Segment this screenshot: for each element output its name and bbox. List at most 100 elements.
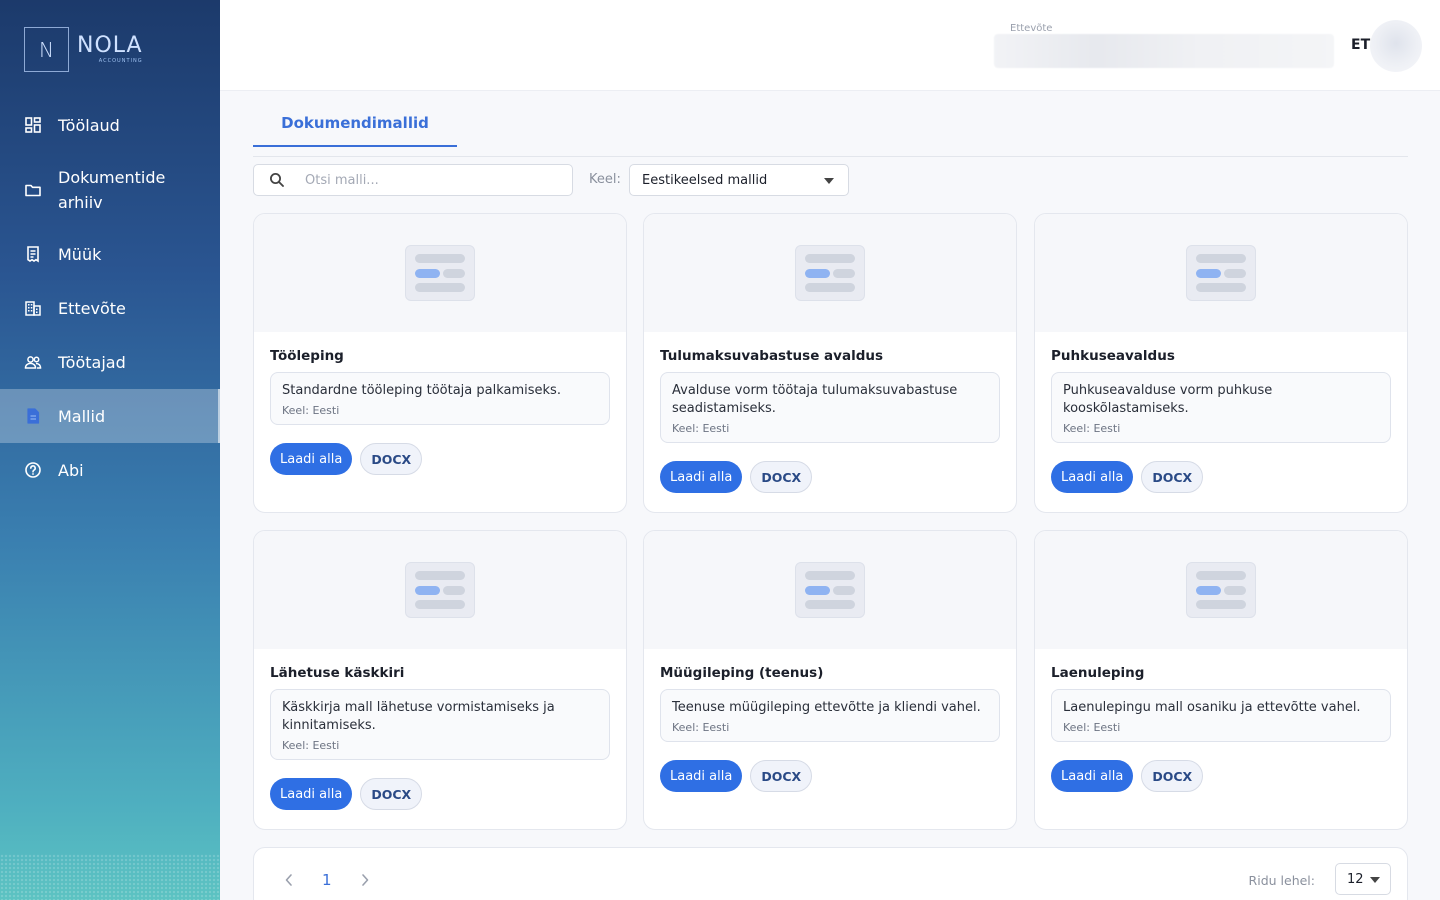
language-select-value: Eestikeelsed mallid [642,172,768,188]
template-title: Müügileping (teenus) [660,665,824,681]
search-input[interactable] [305,172,565,188]
help-icon [24,461,42,479]
sidebar-item-label: Ettevõte [58,298,126,318]
template-description-box: Teenuse müügileping ettevõtte ja kliendi… [660,689,1000,742]
avatar[interactable] [1370,20,1422,72]
template-language: Keel: Eesti [672,422,730,435]
template-card: Müügileping (teenus) Teenuse müügileping… [643,530,1017,830]
template-thumbnail [1035,531,1407,649]
template-description-box: Standardne tööleping töötaja palkamiseks… [270,372,610,425]
template-card: Lähetuse käskkiri Käskkirja mall lähetus… [253,530,627,830]
template-title: Laenuleping [1051,665,1145,681]
sidebar: N NOLA ACCOUNTING Töölaud Dokumentide ar… [0,0,220,900]
sidebar-item-muuk[interactable]: Müük [0,227,220,281]
template-title: Tööleping [270,348,344,364]
sidebar-item-dokumentide-arhiiv[interactable]: Dokumentide arhiiv [0,152,220,227]
download-button[interactable]: Laadi alla [660,461,743,493]
template-title: Lähetuse käskkiri [270,665,405,681]
sidebar-item-label: Töölaud [58,115,120,135]
company-selector[interactable]: Ettevõte [994,24,1334,68]
company-label: Ettevõte [1010,23,1053,34]
document-illustration-icon [405,562,475,618]
logo-subtitle: ACCOUNTING [98,58,143,64]
format-docx-button[interactable]: DOCX [360,778,423,810]
sidebar-item-label: Mallid [58,406,106,426]
template-language: Keel: Eesti [282,739,340,752]
tab-bar: Dokumendimallid [253,91,1408,157]
top-header: Ettevõte ET [220,0,1440,91]
sidebar-item-label: Dokumentide arhiiv [58,167,166,212]
page-number[interactable]: 1 [322,871,332,889]
download-button[interactable]: Laadi alla [660,760,743,792]
caret-down-icon [824,178,834,184]
sidebar-item-label: Töötajad [58,352,126,372]
sidebar-item-toolaud[interactable]: Töölaud [0,98,220,152]
template-card: Tööleping Standardne tööleping töötaja p… [253,213,627,513]
format-docx-button[interactable]: DOCX [360,443,423,475]
template-thumbnail [1035,214,1407,332]
language-filter-label: Keel: [589,172,621,187]
template-thumbnail [254,214,626,332]
language-toggle[interactable]: ET [1351,37,1370,53]
chevron-right-icon[interactable] [358,872,372,888]
template-description-box: Laenulepingu mall osaniku ja ettevõtte v… [1051,689,1391,742]
receipt-icon [24,245,42,263]
chevron-left-icon[interactable] [282,872,296,888]
template-description-box: Avalduse vorm töötaja tulumaksuvabastuse… [660,372,1000,443]
template-description-box: Puhkuseavalduse vorm puhkuse kooskõlasta… [1051,372,1391,443]
tab-dokumendimallid[interactable]: Dokumendimallid [253,91,457,147]
template-description: Laenulepingu mall osaniku ja ettevõtte v… [1063,700,1361,715]
sidebar-item-ettevote[interactable]: Ettevõte [0,281,220,335]
format-docx-button[interactable]: DOCX [750,461,813,493]
template-thumbnail [644,214,1016,332]
document-illustration-icon [795,562,865,618]
template-description-box: Käskkirja mall lähetuse vormistamiseks j… [270,689,610,760]
template-title: Puhkuseavaldus [1051,348,1175,364]
download-button[interactable]: Laadi alla [1051,760,1134,792]
sidebar-nav: Töölaud Dokumentide arhiiv Müük Ettevõte… [0,98,220,497]
template-language: Keel: Eesti [282,404,340,417]
template-language: Keel: Eesti [672,721,730,734]
format-docx-button[interactable]: DOCX [750,760,813,792]
sidebar-item-tootajad[interactable]: Töötajad [0,335,220,389]
sidebar-item-mallid[interactable]: Mallid [0,389,220,443]
document-icon [24,407,42,425]
download-button[interactable]: Laadi alla [1051,461,1134,493]
search-icon [269,172,285,188]
filter-bar: Keel: Eestikeelsed mallid [253,164,1408,196]
sidebar-item-label: Müük [58,244,102,264]
search-box[interactable] [253,164,573,196]
template-card: Tulumaksuvabastuse avaldus Avalduse vorm… [643,213,1017,513]
logo-name: NOLA [77,33,143,58]
template-language: Keel: Eesti [1063,422,1121,435]
language-select[interactable]: Eestikeelsed mallid [629,164,849,196]
main-content: Dokumendimallid Keel: Eestikeelsed malli… [253,91,1408,900]
download-button[interactable]: Laadi alla [270,778,353,810]
document-illustration-icon [405,245,475,301]
people-icon [24,353,42,371]
rows-per-page-value: 12 [1347,871,1364,887]
document-illustration-icon [795,245,865,301]
format-docx-button[interactable]: DOCX [1141,760,1204,792]
pagination-bar: 1 Ridu lehel: 12 [253,847,1408,900]
building-icon [24,299,42,317]
template-description: Käskkirja mall lähetuse vormistamiseks j… [282,700,555,733]
template-card: Puhkuseavaldus Puhkuseavalduse vorm puhk… [1034,213,1408,513]
download-button[interactable]: Laadi alla [270,443,353,475]
template-title: Tulumaksuvabastuse avaldus [660,348,884,364]
sidebar-item-abi[interactable]: Abi [0,443,220,497]
document-illustration-icon [1186,245,1256,301]
format-docx-button[interactable]: DOCX [1141,461,1204,493]
template-description: Puhkuseavalduse vorm puhkuse kooskõlasta… [1063,383,1273,416]
sidebar-item-label: Abi [58,460,84,480]
caret-down-icon [1370,877,1380,883]
rows-per-page-label: Ridu lehel: [1248,873,1315,888]
template-thumbnail [644,531,1016,649]
template-description: Avalduse vorm töötaja tulumaksuvabastuse… [672,383,958,416]
template-description: Standardne tööleping töötaja palkamiseks… [282,383,561,398]
rows-per-page-select[interactable]: 12 [1335,863,1391,895]
template-card: Laenuleping Laenulepingu mall osaniku ja… [1034,530,1408,830]
company-field[interactable] [994,34,1334,68]
logo-mark: N [24,27,69,72]
brand-logo[interactable]: N NOLA ACCOUNTING [24,27,143,72]
